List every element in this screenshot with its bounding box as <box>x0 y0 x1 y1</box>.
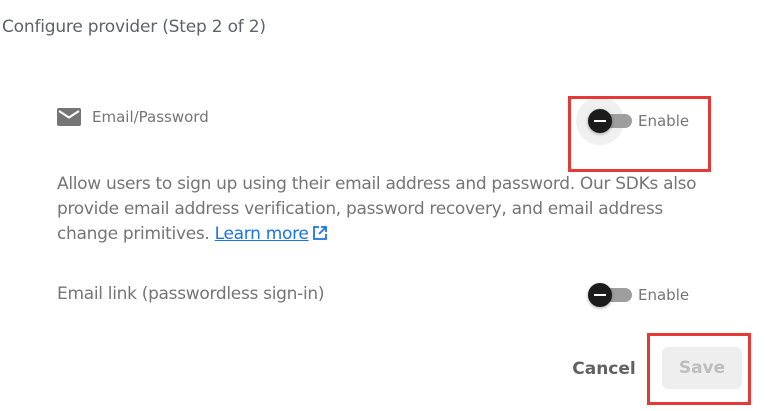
learn-more-link[interactable]: Learn more <box>215 224 328 244</box>
email-link-enable-toggle[interactable] <box>588 281 634 309</box>
provider-description: Allow users to sign up using their email… <box>57 172 707 247</box>
provider-label: Email/Password <box>92 108 209 126</box>
description-text: Allow users to sign up using their email… <box>57 174 697 244</box>
email-link-enable-label: Enable <box>638 286 690 304</box>
external-link-icon <box>312 224 328 240</box>
highlight-box-enable-toggle <box>568 96 711 172</box>
highlight-box-save-button <box>647 333 751 405</box>
toggle-knob <box>588 283 612 307</box>
email-icon <box>57 108 81 126</box>
page-title: Configure provider (Step 2 of 2) <box>2 17 266 37</box>
cancel-button[interactable]: Cancel <box>566 352 642 386</box>
configure-provider-page: Configure provider (Step 2 of 2) Email/P… <box>0 0 766 411</box>
provider-row: Email/Password <box>57 108 209 126</box>
learn-more-label: Learn more <box>214 224 309 244</box>
email-link-label: Email link (passwordless sign-in) <box>57 284 325 304</box>
